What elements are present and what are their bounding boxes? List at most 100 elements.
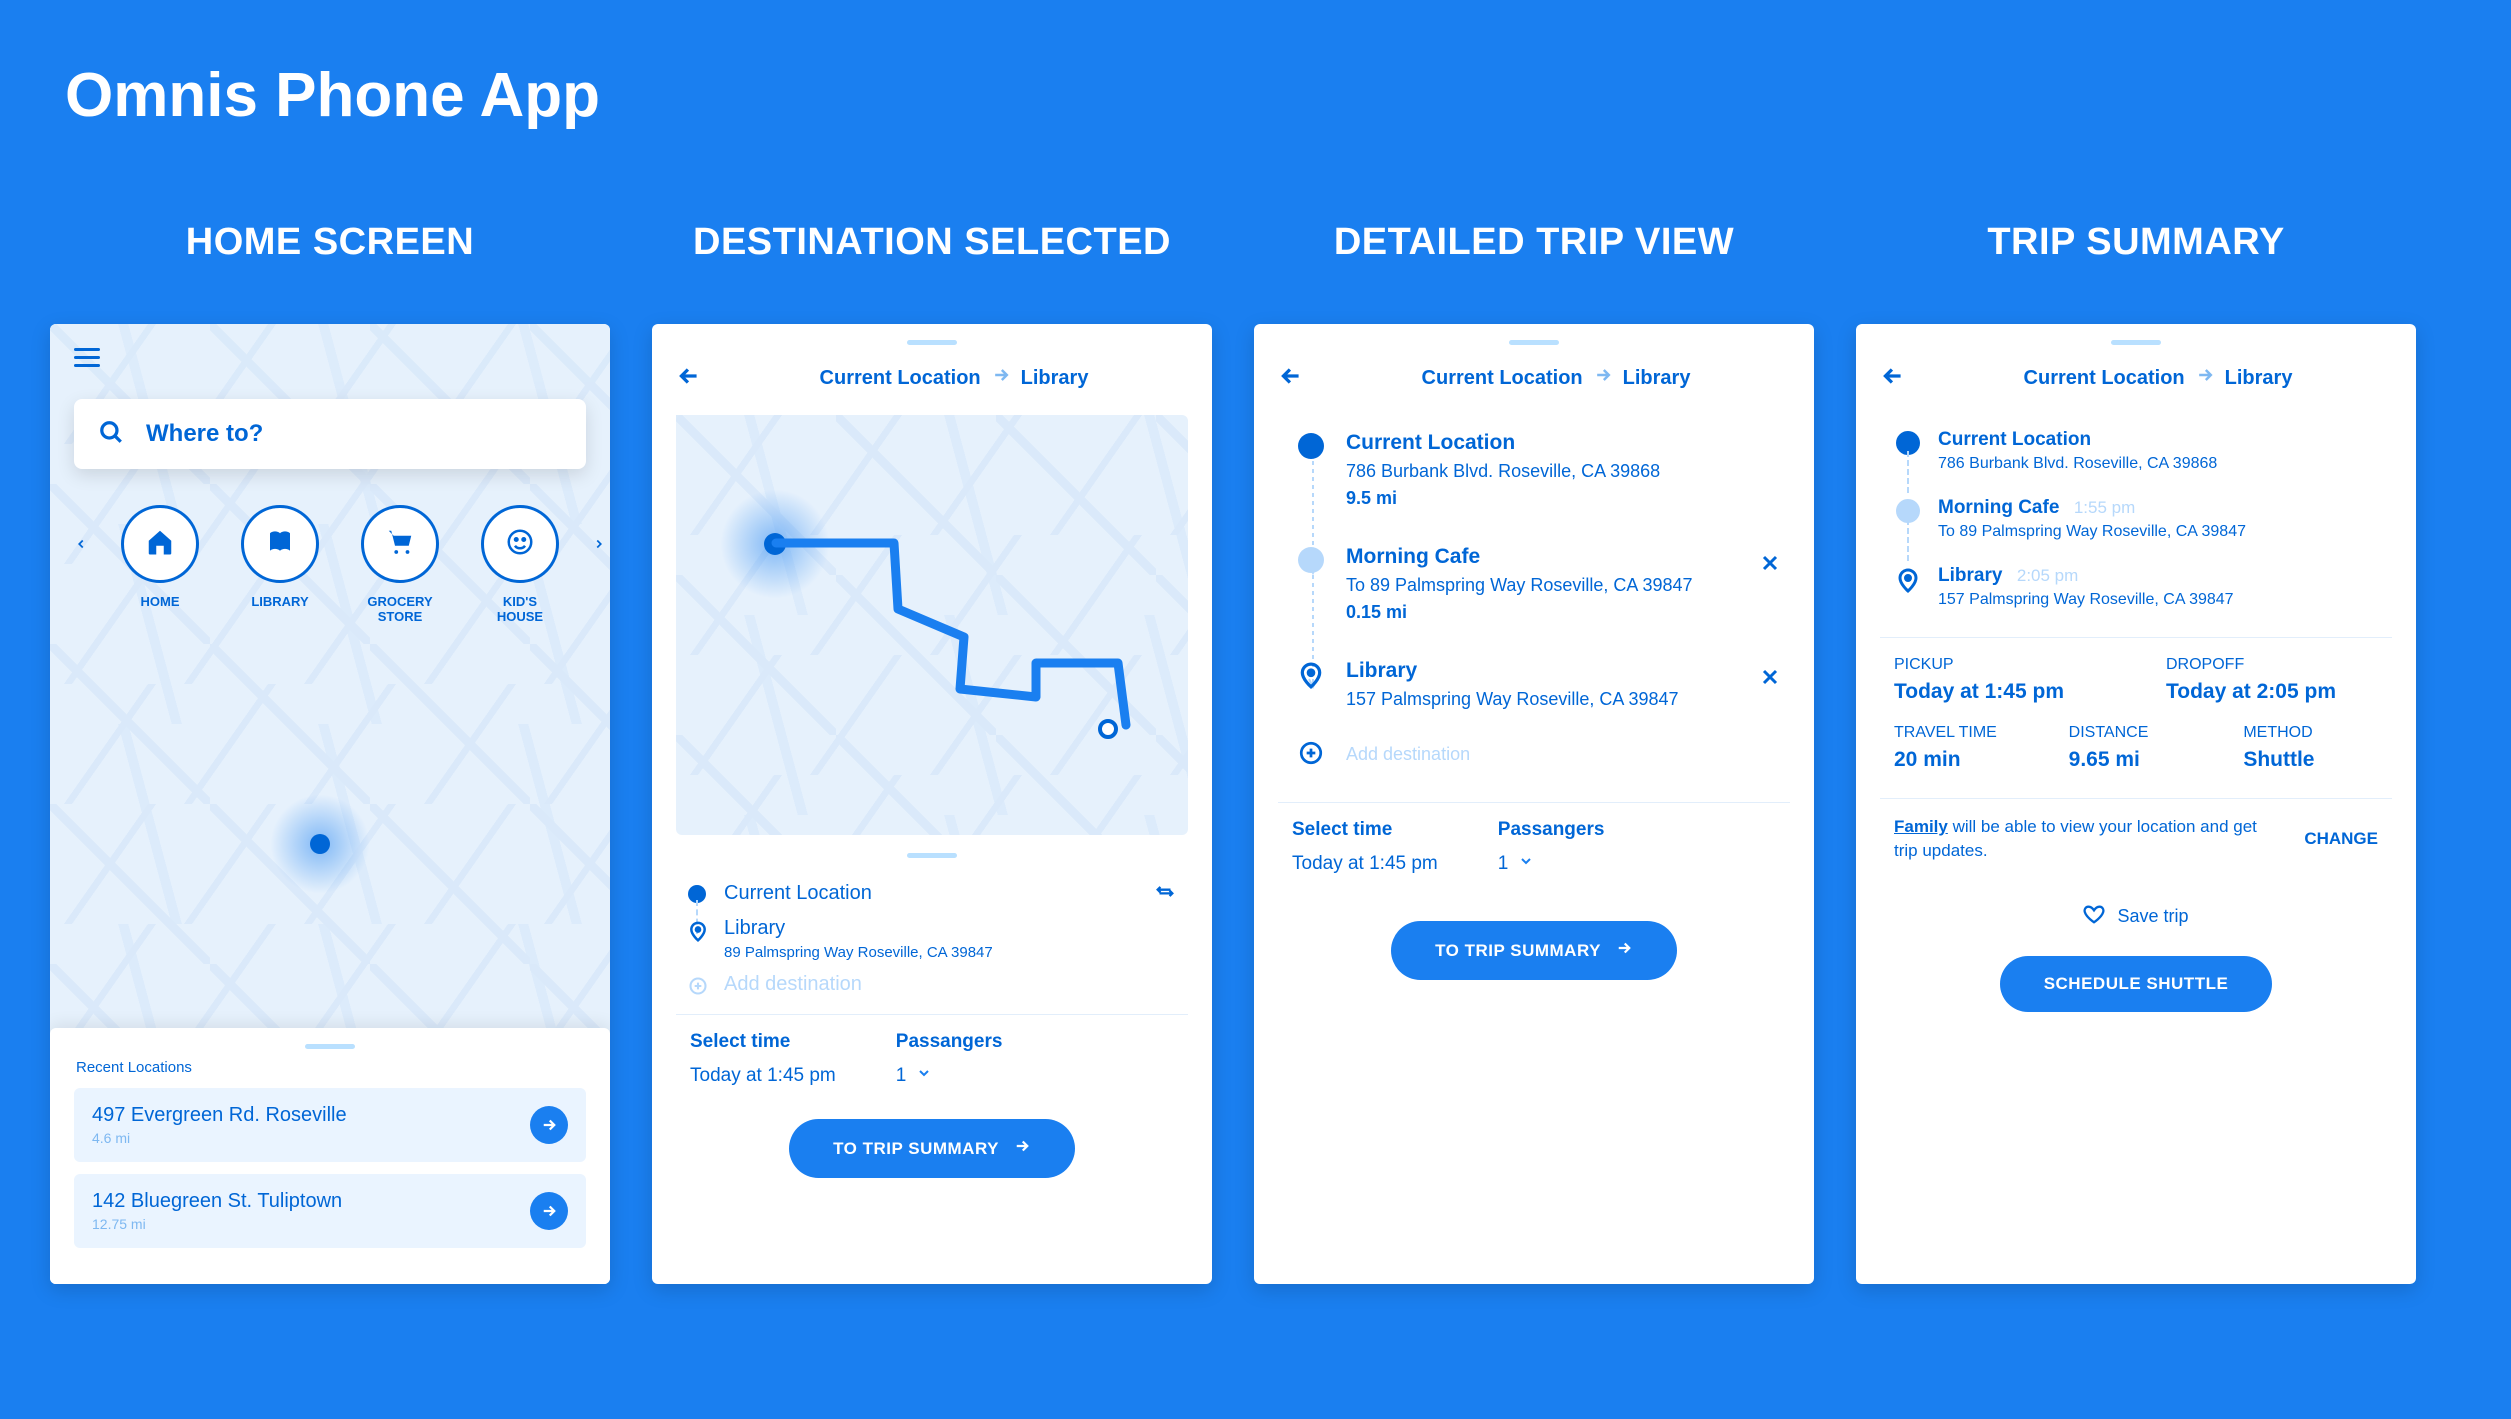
route-end-marker <box>1098 719 1118 739</box>
shortcut-library[interactable]: LIBRARY <box>226 505 334 625</box>
dest-map <box>676 415 1188 835</box>
crumb-from: Current Location <box>2024 367 2185 390</box>
to-trip-summary-button[interactable]: TO TRIP SUMMARY <box>789 1119 1075 1178</box>
pickup-value: Today at 1:45 pm <box>1894 680 2106 704</box>
sheet-grabber[interactable] <box>305 1044 355 1049</box>
select-time-value[interactable]: Today at 1:45 pm <box>1292 853 1438 875</box>
swap-button[interactable] <box>1154 880 1176 907</box>
sheet-grabber[interactable] <box>907 853 957 858</box>
screen-title-home: HOME SCREEN <box>186 221 474 264</box>
remove-stop-button[interactable] <box>1758 551 1782 623</box>
passengers-label: Passangers <box>896 1031 1003 1053</box>
phone-detail: Current Location Library Current Locatio… <box>1254 324 1814 1284</box>
breadcrumb: Current Location Library <box>720 365 1188 391</box>
passengers-label: Passangers <box>1498 819 1605 841</box>
search-bar[interactable] <box>74 399 586 469</box>
pin-icon <box>1298 661 1324 687</box>
recent-item[interactable]: 142 Bluegreen St. Tuliptown 12.75 mi <box>74 1174 586 1248</box>
add-destination[interactable]: Add destination <box>1298 734 1782 790</box>
back-button[interactable] <box>676 363 702 394</box>
select-time-label: Select time <box>690 1031 836 1053</box>
stop-distance: 0.15 mi <box>1346 602 1736 623</box>
crumb-to: Library <box>1021 367 1089 390</box>
search-icon <box>98 419 124 450</box>
child-icon <box>505 527 535 562</box>
arrow-right-icon <box>1013 1137 1031 1160</box>
plus-circle-icon <box>1298 740 1324 766</box>
back-button[interactable] <box>1880 363 1906 394</box>
screen-title-dest: DESTINATION SELECTED <box>693 221 1171 264</box>
crumb-to: Library <box>1623 367 1691 390</box>
shortcut-grocery[interactable]: GROCERY STORE <box>346 505 454 625</box>
search-input[interactable] <box>146 420 562 448</box>
shortcut-label: LIBRARY <box>251 595 308 610</box>
current-location-marker <box>270 794 370 894</box>
plus-circle-icon <box>688 976 706 994</box>
stop-addr: 786 Burbank Blvd. Roseville, CA 39868 <box>1346 461 1782 482</box>
stop-title: Morning Cafe <box>1346 545 1736 569</box>
sheet-grabber[interactable] <box>907 340 957 345</box>
back-button[interactable] <box>1278 363 1304 394</box>
stop-addr: 157 Palmspring Way Roseville, CA 39847 <box>1938 591 2388 609</box>
stop-title: Morning Cafe <box>1938 497 2059 518</box>
recent-heading: Recent Locations <box>76 1059 586 1076</box>
shortcuts-prev[interactable] <box>74 505 88 560</box>
sheet-grabber[interactable] <box>2111 340 2161 345</box>
recent-name: 142 Bluegreen St. Tuliptown <box>92 1190 342 1213</box>
change-share-button[interactable]: CHANGE <box>2304 829 2378 849</box>
phone-home: HOME LIBRARY GROCERY STORE KID'S HO <box>50 324 610 1284</box>
stop-addr: 786 Burbank Blvd. Roseville, CA 39868 <box>1938 455 2388 473</box>
select-time-value[interactable]: Today at 1:45 pm <box>690 1065 836 1087</box>
go-button[interactable] <box>530 1192 568 1230</box>
save-trip-button[interactable]: Save trip <box>1856 863 2416 930</box>
stop-to-addr: 89 Palmspring Way Roseville, CA 39847 <box>724 944 1176 961</box>
arrow-right-icon <box>1615 939 1633 962</box>
shortcuts-next[interactable] <box>592 505 606 560</box>
phone-summary: Current Location Library Current Locatio… <box>1856 324 2416 1284</box>
shortcut-home[interactable]: HOME <box>106 505 214 625</box>
home-icon <box>145 527 175 562</box>
stop-from: Current Location <box>724 882 1176 905</box>
share-text: Family will be able to view your locatio… <box>1894 815 2284 863</box>
arrow-right-icon <box>2195 365 2215 391</box>
breadcrumb: Current Location Library <box>1322 365 1790 391</box>
shortcut-label: HOME <box>141 595 180 610</box>
pin-icon <box>1896 567 1920 591</box>
stop-title: Current Location <box>1346 431 1782 455</box>
passengers-value[interactable]: 1 <box>1498 853 1605 875</box>
screen-title-summary: TRIP SUMMARY <box>1987 221 2284 264</box>
recent-distance: 4.6 mi <box>92 1130 347 1146</box>
share-family-link[interactable]: Family <box>1894 817 1948 836</box>
passengers-value[interactable]: 1 <box>896 1065 1003 1087</box>
pickup-label: PICKUP <box>1894 656 2106 674</box>
method-value: Shuttle <box>2243 748 2378 772</box>
shortcut-label: KID'S HOUSE <box>497 595 543 625</box>
dot-icon <box>1298 547 1324 573</box>
pin-icon <box>688 920 706 938</box>
travel-time-label: TRAVEL TIME <box>1894 724 2029 742</box>
breadcrumb: Current Location Library <box>1924 365 2392 391</box>
to-trip-summary-button[interactable]: TO TRIP SUMMARY <box>1391 921 1677 980</box>
route-path <box>676 415 1188 835</box>
travel-time-value: 20 min <box>1894 748 2029 772</box>
heart-icon <box>2083 903 2105 930</box>
shortcut-kids-house[interactable]: KID'S HOUSE <box>466 505 574 625</box>
schedule-shuttle-button[interactable]: SCHEDULE SHUTTLE <box>2000 956 2273 1012</box>
recent-distance: 12.75 mi <box>92 1216 342 1232</box>
distance-value: 9.65 mi <box>2069 748 2204 772</box>
stop-title: Current Location <box>1938 429 2091 450</box>
add-destination-label: Add destination <box>1346 744 1782 765</box>
menu-button[interactable] <box>74 348 100 367</box>
stop-addr: To 89 Palmspring Way Roseville, CA 39847 <box>1346 575 1736 596</box>
go-button[interactable] <box>530 1106 568 1144</box>
app-title: Omnis Phone App <box>0 0 2511 131</box>
recent-item[interactable]: 497 Evergreen Rd. Roseville 4.6 mi <box>74 1088 586 1162</box>
stop-title: Library <box>1938 565 2002 586</box>
sheet-grabber[interactable] <box>1509 340 1559 345</box>
stop-time: 1:55 pm <box>2074 498 2135 517</box>
phone-dest: Current Location Library Curren <box>652 324 1212 1284</box>
screen-title-detail: DETAILED TRIP VIEW <box>1334 221 1734 264</box>
stop-title: Library <box>1346 659 1736 683</box>
add-destination[interactable]: Add destination <box>688 967 1176 1002</box>
remove-stop-button[interactable] <box>1758 665 1782 710</box>
